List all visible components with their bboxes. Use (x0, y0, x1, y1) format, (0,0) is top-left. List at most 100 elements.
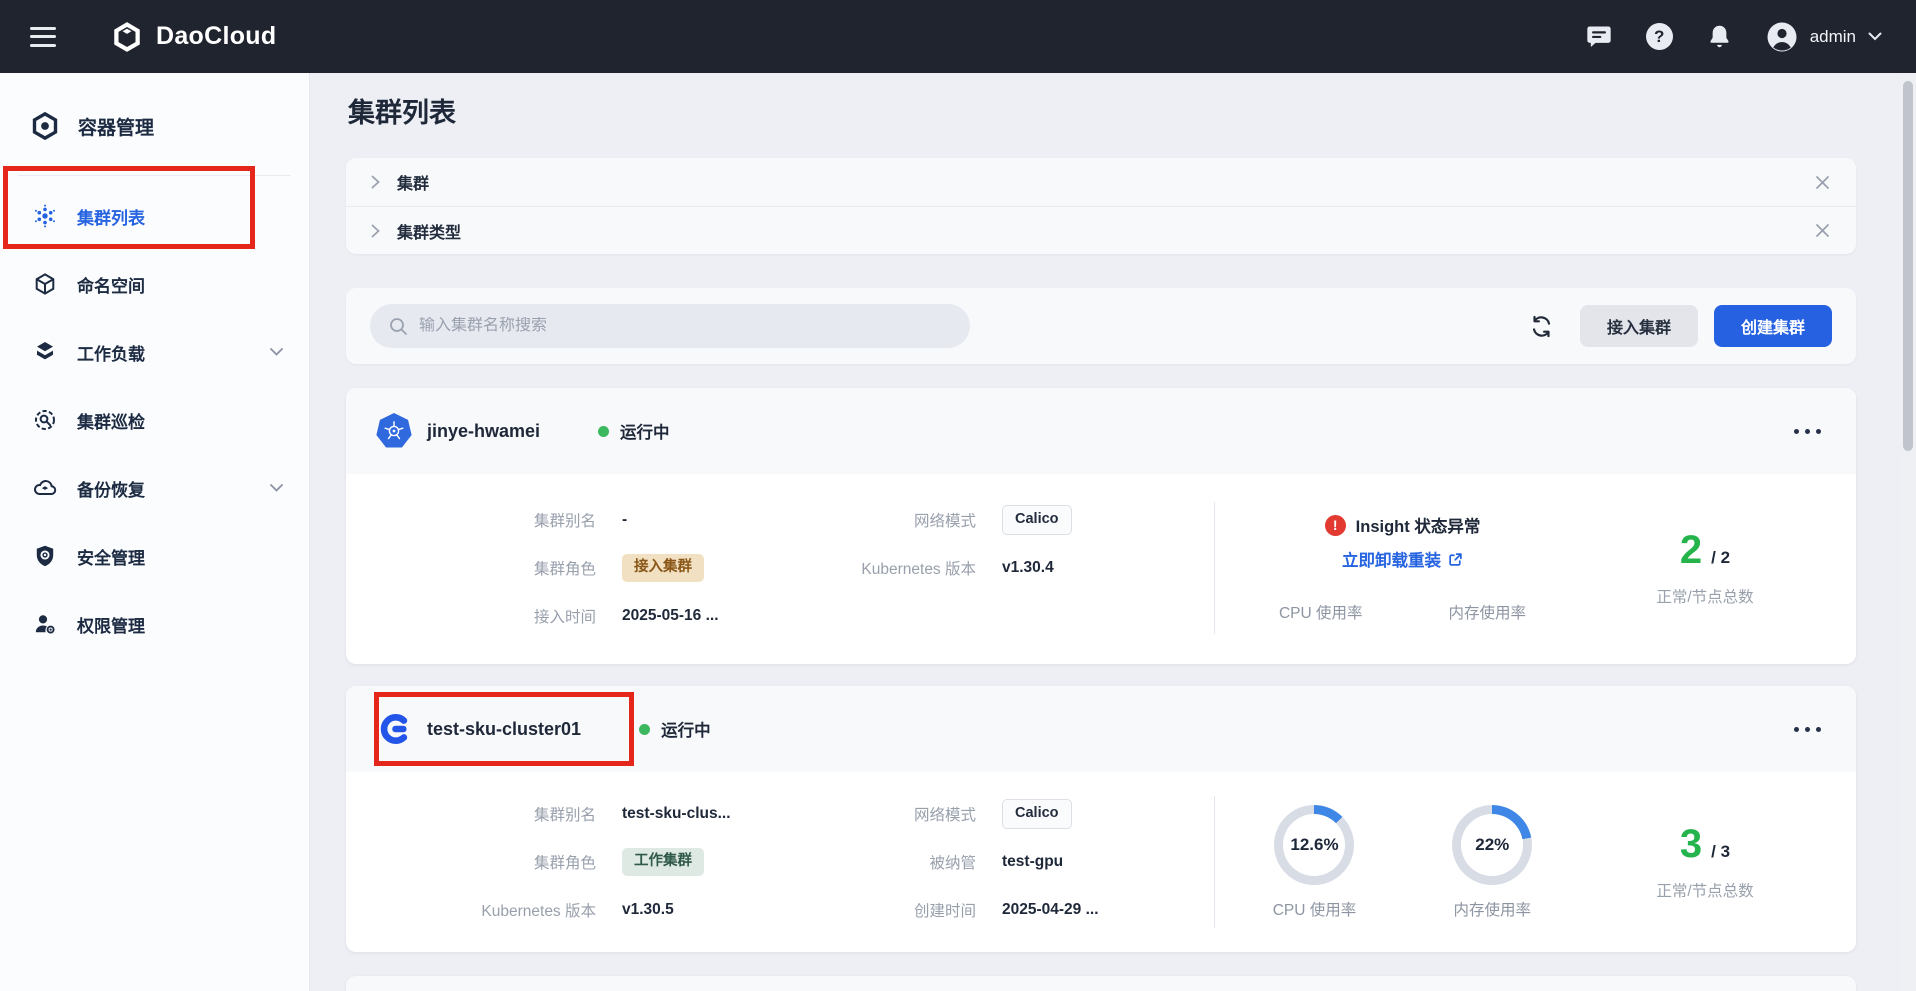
sidebar-section-container-management[interactable]: 容器管理 (0, 99, 309, 153)
search-input[interactable] (419, 317, 951, 335)
search-box[interactable] (370, 304, 970, 348)
daocloud-logo-icon (110, 20, 144, 54)
brand: DaoCloud (110, 20, 276, 54)
sidebar-nav: 集群列表 命名空间 工作负载 (0, 182, 309, 658)
cluster-name[interactable]: test-sku-cluster01 (427, 719, 581, 740)
cluster-name[interactable]: jinye-hwamei (427, 421, 540, 442)
refresh-icon[interactable] (1529, 314, 1554, 339)
inspection-scan-icon (33, 408, 57, 432)
cluster-card-header[interactable]: test-sku-cluster01 运行中 (346, 686, 1856, 772)
insight-status-block: ! Insight 状态异常 立即卸载重装 CPU 使用率 内存使用率 (1279, 513, 1526, 623)
chevron-down-icon (1868, 32, 1882, 41)
page-title: 集群列表 (348, 96, 1856, 130)
memory-donut-ring: 22% (1452, 805, 1532, 885)
more-actions-icon[interactable] (1791, 727, 1824, 732)
page-scrollbar[interactable] (1900, 73, 1916, 991)
warning-icon: ! (1325, 515, 1346, 536)
kubernetes-icon (376, 413, 412, 449)
sidebar-item-security-management[interactable]: 安全管理 (0, 522, 309, 590)
search-icon (389, 317, 408, 336)
cpu-usage-donut: 12.6% CPU 使用率 (1273, 805, 1357, 920)
field-cluster-role: 集群角色 工作集群 (426, 838, 826, 886)
main-content: 集群列表 集群 集群类型 (310, 73, 1916, 991)
cluster-card-partial (346, 976, 1856, 991)
cluster-status: 运行中 (598, 419, 670, 443)
cluster-card-header[interactable]: jinye-hwamei 运行中 (346, 388, 1856, 474)
field-join-time: 接入时间 2025-05-16 ... (426, 592, 826, 640)
status-dot-running (639, 724, 650, 735)
topbar: DaoCloud ? admin (0, 0, 1916, 73)
chevron-right-icon (370, 224, 381, 238)
cluster-status: 运行中 (639, 717, 711, 741)
nodes-caption: 正常/节点总数 (1656, 879, 1753, 901)
field-managed-by: 被纳管 test-gpu (826, 838, 1186, 886)
workloads-layers-icon (33, 340, 57, 364)
nodes-ready-count: 2 (1680, 530, 1702, 570)
page-scrollbar-thumb[interactable] (1903, 81, 1913, 451)
sidebar-item-permission-management[interactable]: 权限管理 (0, 590, 309, 658)
memory-usage-label: 内存使用率 (1454, 898, 1532, 920)
status-dot-running (598, 426, 609, 437)
memory-usage-donut: 22% 内存使用率 (1452, 805, 1532, 920)
field-cluster-role: 集群角色 接入集群 (426, 544, 826, 592)
memory-usage-label: 内存使用率 (1449, 601, 1527, 623)
field-network-mode: 网络模式 Calico (826, 496, 1186, 544)
cluster-card-jinye-hwamei: jinye-hwamei 运行中 集群别名 - 集群角色 接入集群 (346, 388, 1856, 664)
field-kubernetes-version: Kubernetes 版本 v1.30.4 (826, 544, 1186, 592)
join-cluster-button[interactable]: 接入集群 (1580, 305, 1698, 347)
network-mode-badge: Calico (1002, 505, 1072, 534)
role-badge: 工作集群 (622, 848, 704, 875)
brand-name: DaoCloud (156, 22, 276, 51)
help-icon[interactable]: ? (1646, 23, 1673, 50)
user-name: admin (1810, 27, 1856, 47)
close-icon[interactable] (1815, 175, 1830, 190)
toolbar: 接入集群 创建集群 (346, 288, 1856, 364)
backup-cloud-icon (33, 476, 57, 500)
field-cluster-alias: 集群别名 test-sku-clus... (426, 790, 826, 838)
cluster-card-body: 集群别名 - 集群角色 接入集群 接入时间 2025-05-16 ... 网络模… (346, 474, 1856, 664)
container-management-icon (30, 111, 60, 141)
nodes-ready-count: 3 (1680, 824, 1702, 864)
cluster-card-body: 集群别名 test-sku-clus... 集群角色 工作集群 Kubernet… (346, 772, 1856, 952)
external-link-icon (1448, 552, 1463, 567)
role-badge: 接入集群 (622, 554, 704, 581)
field-cluster-alias: 集群别名 - (426, 496, 826, 544)
close-icon[interactable] (1815, 223, 1830, 238)
chevron-right-icon (370, 175, 381, 189)
nodes-total-count: / 3 (1711, 842, 1730, 862)
sidebar-item-cluster-list[interactable]: 集群列表 (0, 182, 309, 250)
avatar (1766, 21, 1798, 53)
nodes-total-count: / 2 (1711, 548, 1730, 568)
user-menu[interactable]: admin (1766, 21, 1882, 53)
chevron-down-icon (270, 484, 283, 492)
create-cluster-button[interactable]: 创建集群 (1714, 305, 1832, 347)
field-network-mode: 网络模式 Calico (826, 790, 1186, 838)
reinstall-link[interactable]: 立即卸载重装 (1342, 547, 1463, 571)
sidebar-divider (18, 175, 291, 176)
sidebar-item-cluster-inspection[interactable]: 集群巡检 (0, 386, 309, 454)
cluster-card-test-sku-cluster01: test-sku-cluster01 运行中 集群别名 test-sku-clu… (346, 686, 1856, 952)
chevron-down-icon (270, 348, 283, 356)
sidebar: 容器管理 集群列表 命名空间 工作负载 (0, 73, 310, 991)
cluster-list-icon (33, 204, 57, 228)
sidebar-item-namespaces[interactable]: 命名空间 (0, 250, 309, 318)
insight-alert-text: Insight 状态异常 (1356, 513, 1481, 537)
notifications-bell-icon[interactable] (1706, 23, 1733, 50)
sidebar-item-backup-restore[interactable]: 备份恢复 (0, 454, 309, 522)
nodes-caption: 正常/节点总数 (1656, 585, 1753, 607)
namespace-cube-icon (33, 272, 57, 296)
filter-row-cluster-type[interactable]: 集群类型 (346, 206, 1856, 254)
cpu-donut-ring: 12.6% (1274, 805, 1354, 885)
messages-icon[interactable] (1585, 23, 1613, 51)
more-actions-icon[interactable] (1791, 429, 1824, 434)
nodes-summary: 3 / 3 正常/节点总数 (1590, 790, 1820, 934)
sidebar-section-label: 容器管理 (78, 113, 154, 140)
cpu-usage-label: CPU 使用率 (1273, 898, 1357, 920)
nodes-summary: 2 / 2 正常/节点总数 (1590, 496, 1820, 640)
dce-cluster-icon (376, 711, 412, 747)
filter-panel: 集群 集群类型 (346, 158, 1856, 254)
sidebar-item-workloads[interactable]: 工作负载 (0, 318, 309, 386)
hamburger-menu-icon[interactable] (30, 27, 56, 47)
field-kubernetes-version: Kubernetes 版本 v1.30.5 (426, 886, 826, 934)
filter-row-cluster[interactable]: 集群 (346, 158, 1856, 206)
